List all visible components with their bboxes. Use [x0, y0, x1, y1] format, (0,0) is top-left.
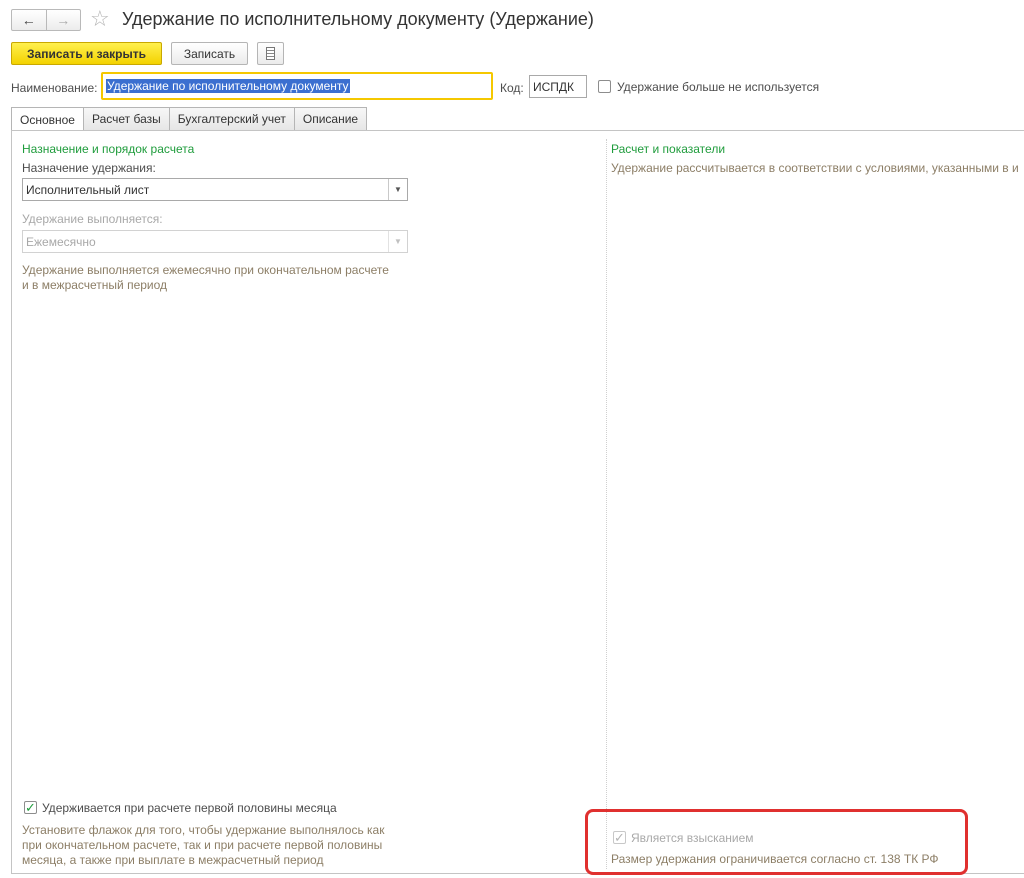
command-bar: Записать и закрыть Записать — [0, 40, 1024, 68]
performed-select: Ежемесячно ▼ — [22, 230, 408, 253]
code-input[interactable]: ИСПДК — [529, 75, 587, 98]
document-list-icon — [266, 47, 275, 60]
arrow-left-icon: ← — [21, 12, 36, 28]
name-label: Наименование: — [11, 81, 98, 95]
first-half-note-line-1: Установите флажок для того, чтобы удержа… — [22, 823, 385, 837]
right-section-title: Расчет и показатели — [611, 142, 726, 156]
column-divider — [606, 139, 607, 869]
name-input[interactable]: Удержание по исполнительному документу — [101, 72, 493, 100]
code-label: Код: — [500, 81, 524, 95]
tab-description[interactable]: Описание — [294, 107, 368, 131]
performed-value: Ежемесячно — [26, 235, 96, 249]
save-button[interactable]: Записать — [171, 42, 248, 65]
purpose-select[interactable]: Исполнительный лист ▼ — [22, 178, 408, 201]
favorite-star-icon[interactable]: ☆ — [90, 6, 110, 32]
performed-label: Удержание выполняется: — [22, 212, 163, 226]
checkmark-icon: ✓ — [25, 800, 36, 815]
header-fields: Наименование: Удержание по исполнительно… — [0, 71, 1024, 101]
dropdown-arrow-icon[interactable]: ▼ — [388, 179, 407, 200]
arrow-right-icon: → — [56, 12, 71, 28]
tab-main[interactable]: Основное — [11, 107, 84, 132]
first-half-label[interactable]: Удерживается при расчете первой половины… — [42, 801, 337, 815]
tab-panel-main: Назначение и порядок расчета Назначение … — [11, 130, 1024, 874]
purpose-value: Исполнительный лист — [26, 183, 150, 197]
performed-note-line-1: Удержание выполняется ежемесячно при око… — [22, 263, 389, 277]
report-button[interactable] — [257, 42, 284, 65]
highlight-frame — [585, 809, 968, 875]
tab-calculation-base[interactable]: Расчет базы — [83, 107, 170, 131]
name-value: Удержание по исполнительному документу — [106, 79, 350, 93]
navigation-buttons: ← → — [11, 9, 81, 31]
first-half-note-line-2: при окончательном расчете, так и при рас… — [22, 838, 383, 852]
unused-checkbox[interactable] — [598, 80, 611, 93]
first-half-checkbox[interactable]: ✓ — [24, 801, 37, 814]
unused-label[interactable]: Удержание больше не используется — [617, 80, 819, 94]
forward-button[interactable]: → — [47, 10, 81, 30]
performed-note-line-2: и в межрасчетный период — [22, 278, 168, 292]
window-title: Удержание по исполнительному документу (… — [122, 9, 594, 29]
save-and-close-button[interactable]: Записать и закрыть — [11, 42, 162, 65]
back-button[interactable]: ← — [12, 10, 47, 30]
window-titlebar: ← → ☆ Удержание по исполнительному докум… — [0, 0, 1024, 40]
calc-note: Удержание рассчитывается в соответствии … — [611, 161, 1019, 175]
dropdown-arrow-icon: ▼ — [388, 231, 407, 252]
purpose-label: Назначение удержания: — [22, 161, 156, 175]
left-section-title: Назначение и порядок расчета — [22, 142, 195, 156]
first-half-note-line-3: месяца, а также при выплате в межрасчетн… — [22, 853, 324, 867]
tab-bar: Основное Расчет базы Бухгалтерский учет … — [11, 107, 368, 132]
tab-accounting[interactable]: Бухгалтерский учет — [169, 107, 295, 131]
